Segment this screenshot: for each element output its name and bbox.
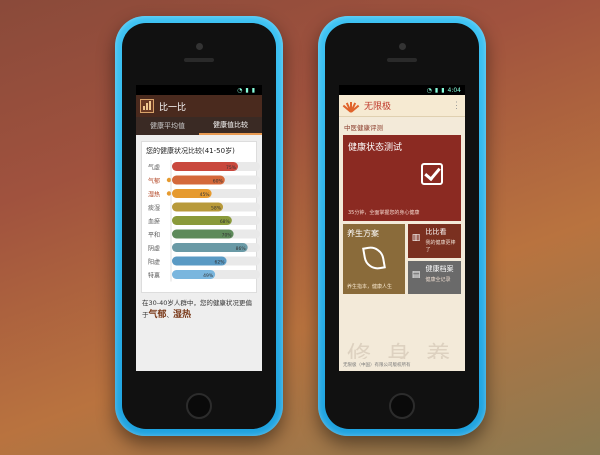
camera [399, 43, 406, 50]
value-label: 58% [211, 206, 222, 212]
bar-chart-icon: ▥ [411, 233, 421, 243]
value-label: 60% [213, 179, 224, 185]
value-label: 68% [220, 219, 231, 225]
wellness-plan-tile[interactable]: 养生方案 养生指本，健康人生 [343, 224, 405, 294]
health-test-subtitle: 35分钟，全面掌握您的身心健康 [348, 210, 420, 216]
leaf-icon [361, 244, 386, 272]
speaker [184, 58, 214, 62]
category-label: 平和 [148, 231, 160, 239]
chart-card: 您的健康状况比较(41-50岁) 气虚 75% 气郁 60% 湿热 45% 痰湿 58% 血瘀 6… [141, 141, 260, 293]
app-bar: 无限极 ⋮ [339, 95, 465, 117]
left-screen: ◔ ▮ ▮ 比一比 健康平均值 健康值比较 您的健康状况比较(41-50岁) 气… [136, 85, 262, 371]
phone-right: ◔ ▮ ▮ 4:04 无限极 ⋮ 中医健康评测 健康状态测试 35分钟，全面掌握… [318, 16, 486, 436]
status-bar: ◔ ▮ ▮ 4:04 [339, 85, 465, 95]
compare-tile[interactable]: ▥ 比比看 我的健康更棒了 [407, 224, 461, 258]
category-label: 湿热 [148, 191, 160, 199]
tab-average[interactable]: 健康平均值 [136, 117, 199, 135]
app-title: 无限极 [364, 102, 392, 112]
home-button[interactable] [389, 393, 415, 419]
section-title: 中医健康评测 [339, 117, 465, 135]
value-label: 49% [203, 273, 214, 279]
tile-column: ▥ 比比看 我的健康更棒了 ▤ 健康档案 健康全记录 [407, 224, 461, 294]
phone-bezel: ◔ ▮ ▮ 4:04 无限极 ⋮ 中医健康评测 健康状态测试 35分钟，全面掌握… [325, 23, 479, 429]
app-title: 比一比 [159, 102, 187, 113]
home-button[interactable] [186, 393, 212, 419]
sun-logo-icon [342, 100, 360, 113]
highlight-dot [166, 191, 172, 196]
checkbox-icon [421, 163, 443, 185]
status-time: 4:04 [447, 86, 461, 94]
value-label: 75% [226, 165, 237, 171]
wellness-plan-title: 养生方案 [347, 229, 379, 238]
health-record-title: 健康档案 [425, 264, 454, 273]
battery-icon: ▮ [441, 86, 445, 94]
menu-icon[interactable]: ⋮ [452, 101, 461, 111]
health-record-tile[interactable]: ▤ 健康档案 健康全记录 [407, 260, 461, 294]
compare-subtitle: 我的健康更棒了 [425, 240, 456, 253]
health-test-tile[interactable]: 健康状态测试 35分钟，全面掌握您的身心健康 [343, 135, 461, 221]
category-label: 痰湿 [148, 204, 160, 212]
camera [196, 43, 203, 50]
right-screen: ◔ ▮ ▮ 4:04 无限极 ⋮ 中医健康评测 健康状态测试 35分钟，全面掌握… [339, 85, 465, 371]
signal-icon: ▮ [245, 86, 249, 94]
folder-icon: ▤ [411, 269, 421, 280]
health-test-title: 健康状态测试 [348, 143, 403, 153]
chart-title: 您的健康状况比较(41-50岁) [146, 147, 235, 155]
status-bar: ◔ ▮ ▮ [136, 85, 262, 95]
category-label: 特禀 [148, 272, 160, 280]
category-label: 阴虚 [148, 245, 160, 253]
value-label: 45% [200, 192, 211, 198]
signal-icon: ▮ [434, 86, 439, 94]
speaker [387, 58, 417, 62]
category-label: 气虚 [148, 164, 160, 172]
highlight-qiyu: 气郁 [148, 309, 167, 320]
wifi-icon: ◔ [237, 86, 243, 94]
value-label: 86% [236, 246, 247, 252]
calligraphy-background: 修 身 养 性 以 谦 [347, 341, 455, 359]
value-label: 62% [215, 260, 226, 266]
phone-bezel: ◔ ▮ ▮ 比一比 健康平均值 健康值比较 您的健康状况比较(41-50岁) 气… [122, 23, 276, 429]
highlight-shire: 湿热 [173, 309, 192, 320]
tab-bar: 健康平均值 健康值比较 [136, 117, 262, 135]
chart-logo-icon[interactable] [140, 99, 154, 113]
app-bar: 比一比 [136, 95, 262, 117]
phone-left: ◔ ▮ ▮ 比一比 健康平均值 健康值比较 您的健康状况比较(41-50岁) 气… [115, 16, 283, 436]
bar-chart: 气虚 75% 气郁 60% 湿热 45% 痰湿 58% 血瘀 68% 平和 70% 阴虚 86% 阳虚 62%… [148, 160, 260, 282]
description-text: 在30-40岁人群中，您的健康状况更偏于气郁、湿热 [136, 293, 262, 328]
wifi-icon: ◔ [426, 86, 432, 94]
tile-row: 养生方案 养生指本，健康人生 ▥ 比比看 我的健康更棒了 ▤ 健康档案 健康全记… [343, 224, 461, 294]
tab-compare[interactable]: 健康值比较 [199, 117, 262, 135]
copyright-footer: 无限极（中国）有限公司版权所有 [339, 359, 465, 371]
health-record-subtitle: 健康全记录 [425, 276, 451, 283]
category-label: 血瘀 [148, 218, 160, 226]
category-label: 阳虚 [148, 258, 160, 266]
value-label: 70% [222, 233, 233, 239]
wellness-plan-subtitle: 养生指本，健康人生 [347, 284, 393, 290]
highlight-dot [166, 177, 172, 183]
compare-title: 比比看 [425, 228, 447, 236]
category-label: 气郁 [148, 177, 160, 185]
battery-icon: ▮ [251, 86, 255, 94]
